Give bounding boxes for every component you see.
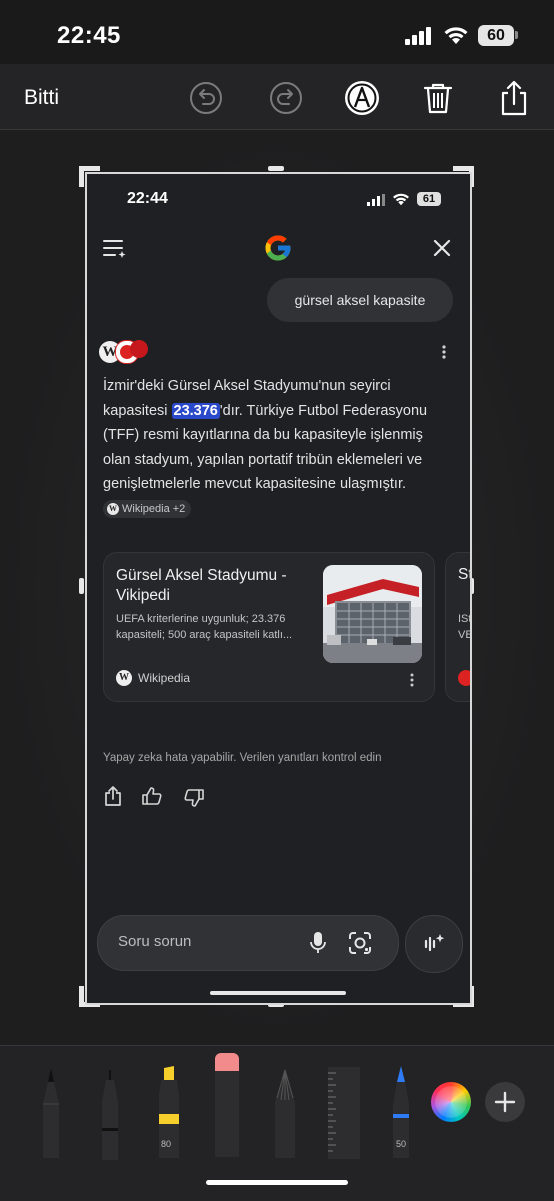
card-more-icon[interactable] [409,672,415,688]
source-card-2[interactable]: St ISt VE [445,552,472,702]
live-waveform-icon [424,934,445,952]
undo-icon[interactable] [188,80,224,116]
microphone-icon[interactable] [310,931,326,955]
fineliner-tool-icon[interactable] [97,1070,123,1160]
pencil-tool-icon[interactable] [271,1068,299,1158]
share-icon[interactable] [496,80,532,116]
more-options-icon[interactable] [441,344,447,360]
card2-desc-1: ISt [458,613,472,625]
wikipedia-icon: W [116,670,132,686]
plus-icon [494,1091,516,1113]
color-picker-button[interactable] [431,1082,471,1122]
cellular-signal-icon [405,27,431,45]
google-logo-icon [265,235,291,261]
eraser-tool-icon[interactable] [213,1053,241,1157]
thumbs-up-icon[interactable] [142,787,162,805]
ai-answer-text: İzmir'deki Gürsel Aksel Stadyumu'nun sey… [103,374,433,521]
source-chip-label: Wikipedia +2 [122,502,186,515]
card2-source-icon [458,670,470,686]
card-description: UEFA kriterlerine uygunluk; 23.376 kapas… [116,613,293,641]
battery-nub [515,31,518,39]
ask-input-bar[interactable]: Soru sorun [97,915,399,971]
source-logo-3 [130,340,148,358]
markup-icon[interactable] [343,79,381,117]
home-indicator [206,1180,348,1185]
inner-cellular-icon [367,194,385,206]
ask-input-placeholder[interactable]: Soru sorun [118,933,191,950]
history-menu-icon[interactable] [103,238,127,260]
close-icon[interactable] [433,239,451,257]
battery-indicator: 60 [478,25,514,46]
wikipedia-chip-icon: W [107,502,119,515]
stadium-thumbnail [323,565,422,663]
inner-home-indicator [210,991,346,995]
crop-handle-top[interactable] [268,166,284,171]
source-card[interactable]: Gürsel Aksel Stadyumu - Vikipedi UEFA kr… [103,552,435,702]
ruler-tool-icon[interactable] [324,1067,364,1159]
pen-tool-icon[interactable] [38,1068,64,1158]
share-answer-icon[interactable] [104,786,122,806]
answer-highlight: 23.376 [171,402,220,419]
card2-desc-2: VE [458,629,472,641]
card-title: Gürsel Aksel Stadyumu - Vikipedi [116,567,287,604]
gemini-live-button[interactable] [405,915,463,973]
done-button[interactable]: Bitti [24,86,59,110]
thumbs-down-icon[interactable] [184,789,204,807]
card2-title: St [458,566,472,583]
trash-icon[interactable] [420,80,456,116]
redo-icon[interactable] [268,80,304,116]
crop-handle-left[interactable] [79,578,84,594]
inner-status-time: 22:44 [127,190,168,207]
ai-disclaimer: Yapay zeka hata yapabilir. Verilen yanıt… [103,752,382,764]
highlighter-value: 80 [161,1139,172,1149]
card-source: Wikipedia [138,671,191,685]
google-lens-icon[interactable] [348,931,372,955]
pen-value: 50 [396,1139,407,1149]
screenshot-image: 22:44 61 gürsel aksel kapasite W İzmir'd… [85,172,472,1005]
wifi-icon [444,27,468,44]
user-query-bubble: gürsel aksel kapasite [267,278,453,322]
status-time: 22:45 [57,22,121,49]
inner-battery: 61 [417,192,441,206]
source-chip[interactable]: W Wikipedia +2 [103,499,192,518]
add-tool-button[interactable] [485,1082,525,1122]
inner-wifi-icon [393,193,409,206]
